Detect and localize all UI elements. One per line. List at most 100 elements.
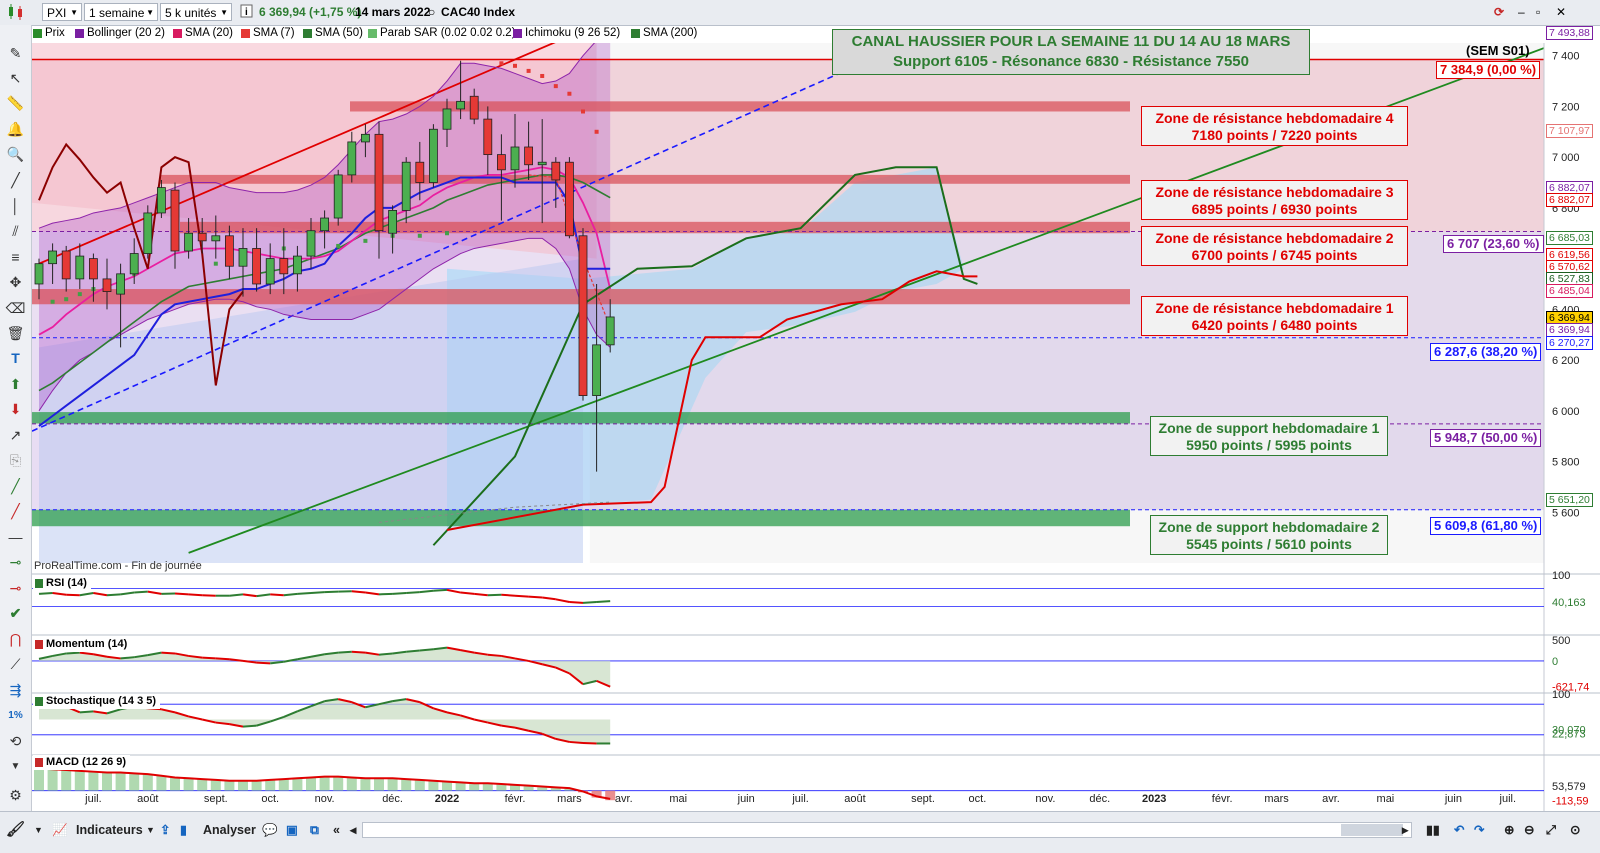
stochastic-panel-label[interactable]: Stochastique (14 3 5): [33, 694, 160, 709]
parab-sar-dot: [64, 297, 68, 301]
indicator-segment: [243, 594, 257, 596]
parab-sar-dot: [581, 109, 585, 113]
candle-body: [511, 147, 519, 170]
candle-body: [525, 147, 533, 165]
zone-range: 7180 points / 7220 points: [1142, 127, 1407, 144]
indicator-segment: [121, 657, 135, 658]
panel-y-tick: 100: [1552, 570, 1570, 582]
macd-bar: [279, 779, 289, 790]
candle-body: [157, 188, 165, 213]
zone-title: Zone de support hebdomadaire 1: [1151, 420, 1387, 437]
candle-body: [484, 119, 492, 155]
zoom-in-icon[interactable]: ⊕: [1504, 820, 1514, 840]
macd-bar: [388, 779, 398, 791]
redo-icon[interactable]: ↷: [1474, 820, 1484, 840]
window-icon[interactable]: ▣: [286, 820, 298, 840]
indicator-segment: [243, 726, 257, 727]
scrollbar-thumb[interactable]: [1341, 824, 1403, 836]
macd-bar: [401, 779, 411, 790]
zone-title: Zone de résistance hebdomadaire 2: [1142, 230, 1407, 247]
scroll-step-right-icon[interactable]: ▸: [1402, 820, 1408, 840]
zone-box-1[interactable]: Zone de résistance hebdomadaire 47180 po…: [1141, 106, 1408, 146]
scroll-step-left-icon[interactable]: ◂: [350, 820, 356, 840]
macd-bar: [292, 779, 302, 791]
indicator-segment: [202, 658, 216, 659]
brush-icon[interactable]: 🖌: [6, 820, 26, 840]
zone-bar-6: [32, 510, 1130, 526]
layout-icon[interactable]: ⧉: [310, 820, 319, 840]
indicators-button[interactable]: Indicateurs: [76, 820, 143, 840]
parab-sar-dot: [554, 84, 558, 88]
x-tick-label: mars: [557, 793, 582, 805]
zone-range: 5545 points / 5610 points: [1151, 536, 1387, 553]
zone-box-6[interactable]: Zone de support hebdomadaire 25545 point…: [1150, 515, 1388, 555]
indicators-icon[interactable]: 📈: [52, 820, 74, 840]
zone-box-2[interactable]: Zone de résistance hebdomadaire 36895 po…: [1141, 180, 1408, 220]
indicator-segment: [66, 653, 80, 654]
price-tag: 7 493,88: [1546, 26, 1593, 40]
scroll-left-icon[interactable]: «: [333, 820, 340, 840]
candle-body: [375, 134, 383, 230]
zoom-fit-icon[interactable]: ⤢: [1546, 820, 1556, 840]
zone-box-5[interactable]: Zone de support hebdomadaire 15950 point…: [1150, 416, 1388, 456]
candle-body: [76, 256, 84, 279]
x-tick-label: 2023: [1142, 793, 1166, 805]
macd-panel-label[interactable]: MACD (12 26 9): [33, 755, 130, 770]
macd-bar: [360, 779, 370, 791]
macd-bar: [483, 784, 493, 791]
macd-bar: [306, 778, 316, 791]
macd-bar: [143, 774, 153, 790]
x-tick-label: avr.: [1322, 793, 1340, 805]
macd-bar: [184, 779, 194, 791]
indicator-segment: [352, 652, 366, 653]
indicator-segment: [515, 596, 529, 597]
horizontal-scrollbar[interactable]: [362, 822, 1412, 838]
zone-bar-2: [160, 175, 1130, 184]
candle-body: [62, 251, 70, 279]
macd-bar: [415, 780, 425, 790]
chevron-down-icon[interactable]: ▼: [34, 820, 43, 840]
zoom-out-icon[interactable]: ⊖: [1524, 820, 1534, 840]
indicator-segment: [80, 593, 94, 595]
candle-body: [266, 259, 274, 284]
panel-y-tick: 0: [1552, 656, 1558, 668]
candle-body: [130, 254, 138, 274]
x-tick-label: juil.: [1499, 793, 1517, 805]
zone-range: 6895 points / 6930 points: [1142, 201, 1407, 218]
indicator-segment: [597, 601, 611, 602]
channel-levels: Support 6105 - Résonance 6830 - Résistan…: [833, 52, 1309, 72]
indicator-segment: [501, 595, 515, 596]
parab-sar-dot: [214, 262, 218, 266]
panel-y-tick: 53,579: [1552, 781, 1586, 793]
candle-body: [171, 190, 179, 251]
channel-title-box[interactable]: CANAL HAUSSIER POUR LA SEMAINE 11 DU 14 …: [832, 29, 1310, 75]
indicator-segment: [216, 658, 230, 659]
chevron-down-icon[interactable]: ▼: [146, 820, 155, 840]
zone-title: Zone de résistance hebdomadaire 4: [1142, 110, 1407, 127]
comment-icon[interactable]: 💬: [262, 820, 278, 840]
watermark: ProRealTime.com - Fin de journée: [34, 560, 202, 572]
macd-bar: [75, 771, 85, 791]
analyze-icon[interactable]: ▮: [180, 820, 187, 840]
pause-icon[interactable]: ▮▮: [1426, 820, 1440, 840]
rsi-panel-label[interactable]: RSI (14): [33, 576, 91, 591]
macd-bar: [238, 781, 248, 791]
zone-bar-5: [32, 412, 1130, 423]
analyze-button[interactable]: Analyser: [203, 820, 256, 840]
zone-title: Zone de support hebdomadaire 2: [1151, 519, 1387, 536]
x-tick-label: sept.: [911, 793, 935, 805]
macd-bar: [333, 777, 343, 791]
parab-sar-dot: [499, 61, 503, 65]
share-icon[interactable]: ⇪: [160, 820, 170, 840]
price-tag: 6 485,04: [1546, 284, 1593, 298]
candle-body: [35, 264, 43, 284]
x-tick-label: févr.: [1212, 793, 1233, 805]
undo-icon[interactable]: ↶: [1454, 820, 1464, 840]
zoom-reset-icon[interactable]: ⊙: [1570, 820, 1580, 840]
zone-box-4[interactable]: Zone de résistance hebdomadaire 16420 po…: [1141, 296, 1408, 336]
zone-box-3[interactable]: Zone de résistance hebdomadaire 26700 po…: [1141, 226, 1408, 266]
price-tag: 6 882,07: [1546, 193, 1593, 207]
momentum-panel-label[interactable]: Momentum (14): [33, 637, 131, 652]
macd-swatch: [35, 758, 43, 767]
macd-bar: [197, 779, 207, 790]
